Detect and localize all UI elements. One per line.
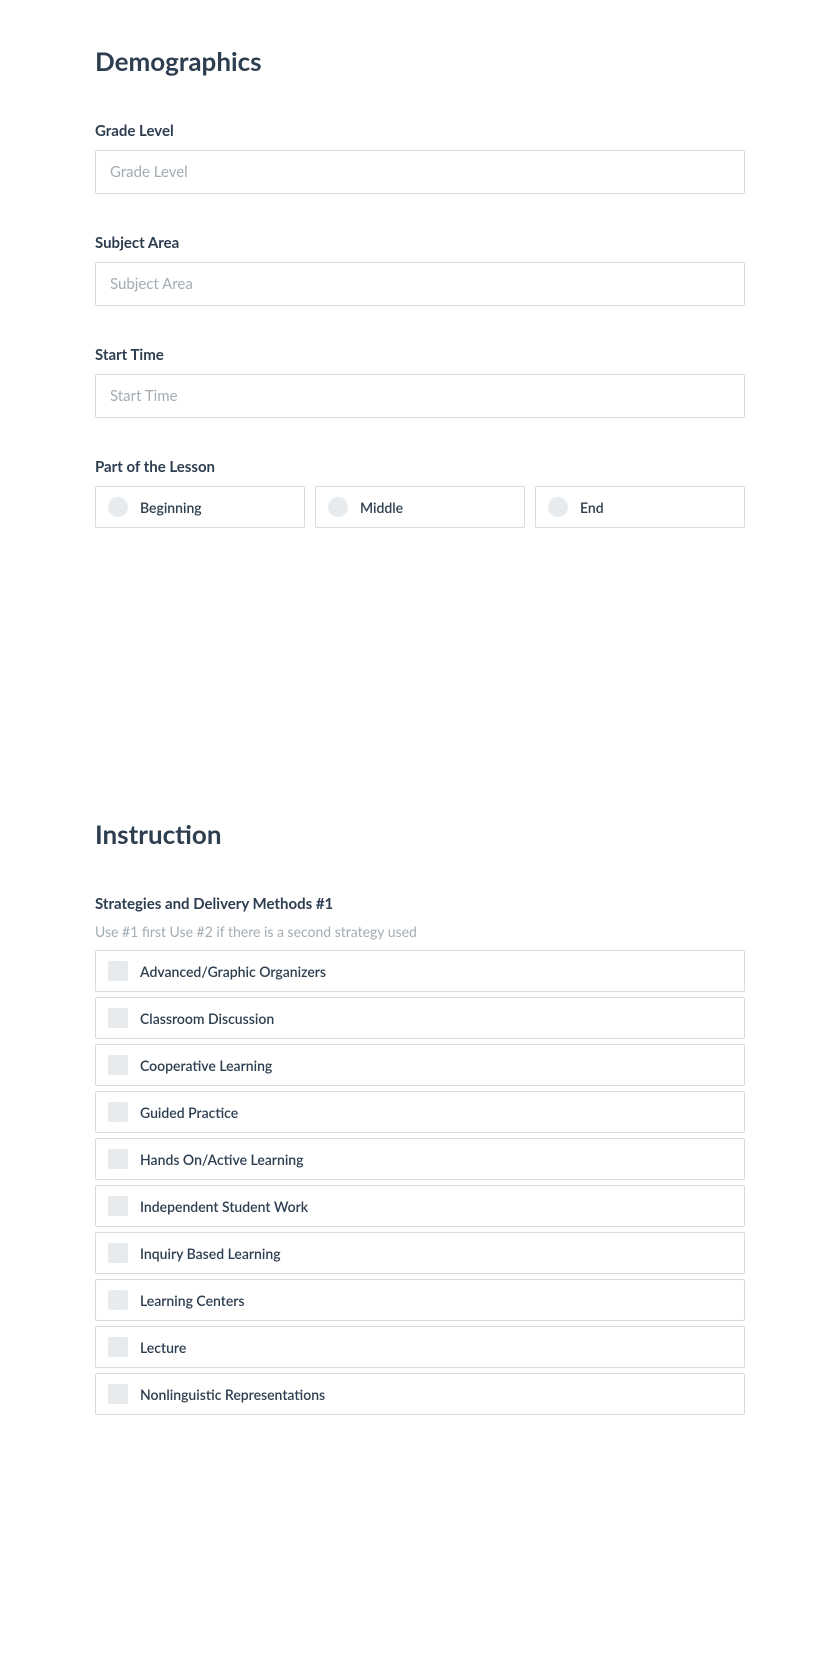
checkbox-icon (108, 1243, 128, 1263)
subject-area-group: Subject Area (95, 234, 745, 306)
checkbox-icon (108, 1196, 128, 1216)
checkbox-label: Learning Centers (140, 1292, 245, 1309)
checkbox-icon (108, 1337, 128, 1357)
part-of-lesson-group: Part of the Lesson Beginning Middle End (95, 458, 745, 528)
radio-beginning[interactable]: Beginning (95, 486, 305, 528)
checkbox-inquiry-based[interactable]: Inquiry Based Learning (95, 1232, 745, 1274)
radio-beginning-label: Beginning (140, 499, 202, 516)
checkbox-icon (108, 1384, 128, 1404)
radio-icon (108, 497, 128, 517)
checkbox-advanced-organizers[interactable]: Advanced/Graphic Organizers (95, 950, 745, 992)
start-time-input[interactable] (95, 374, 745, 418)
demographics-title: Demographics (95, 45, 745, 77)
checkbox-label: Guided Practice (140, 1104, 238, 1121)
subject-area-label: Subject Area (95, 234, 745, 252)
checkbox-classroom-discussion[interactable]: Classroom Discussion (95, 997, 745, 1039)
checkbox-cooperative-learning[interactable]: Cooperative Learning (95, 1044, 745, 1086)
radio-middle[interactable]: Middle (315, 486, 525, 528)
checkbox-label: Inquiry Based Learning (140, 1245, 281, 1262)
checkbox-label: Advanced/Graphic Organizers (140, 963, 326, 980)
radio-end[interactable]: End (535, 486, 745, 528)
strategies-group: Strategies and Delivery Methods #1 Use #… (95, 895, 745, 1415)
part-of-lesson-options: Beginning Middle End (95, 486, 745, 528)
radio-icon (548, 497, 568, 517)
checkbox-icon (108, 961, 128, 981)
checkbox-icon (108, 1102, 128, 1122)
checkbox-label: Hands On/Active Learning (140, 1151, 303, 1168)
checkbox-lecture[interactable]: Lecture (95, 1326, 745, 1368)
start-time-group: Start Time (95, 346, 745, 418)
checkbox-icon (108, 1149, 128, 1169)
checkbox-learning-centers[interactable]: Learning Centers (95, 1279, 745, 1321)
start-time-label: Start Time (95, 346, 745, 364)
grade-level-input[interactable] (95, 150, 745, 194)
instruction-title: Instruction (95, 818, 745, 850)
radio-icon (328, 497, 348, 517)
checkbox-label: Independent Student Work (140, 1198, 308, 1215)
checkbox-hands-on[interactable]: Hands On/Active Learning (95, 1138, 745, 1180)
grade-level-group: Grade Level (95, 122, 745, 194)
checkbox-guided-practice[interactable]: Guided Practice (95, 1091, 745, 1133)
checkbox-nonlinguistic[interactable]: Nonlinguistic Representations (95, 1373, 745, 1415)
grade-level-label: Grade Level (95, 122, 745, 140)
checkbox-icon (108, 1055, 128, 1075)
part-of-lesson-label: Part of the Lesson (95, 458, 745, 476)
strategies-list: Advanced/Graphic Organizers Classroom Di… (95, 950, 745, 1415)
strategies-label: Strategies and Delivery Methods #1 (95, 895, 745, 913)
subject-area-input[interactable] (95, 262, 745, 306)
checkbox-label: Lecture (140, 1339, 186, 1356)
checkbox-independent-work[interactable]: Independent Student Work (95, 1185, 745, 1227)
checkbox-label: Cooperative Learning (140, 1057, 272, 1074)
radio-middle-label: Middle (360, 499, 403, 516)
checkbox-icon (108, 1290, 128, 1310)
radio-end-label: End (580, 499, 604, 516)
strategies-hint: Use #1 first Use #2 if there is a second… (95, 923, 745, 940)
checkbox-label: Classroom Discussion (140, 1010, 274, 1027)
checkbox-label: Nonlinguistic Representations (140, 1386, 325, 1403)
checkbox-icon (108, 1008, 128, 1028)
